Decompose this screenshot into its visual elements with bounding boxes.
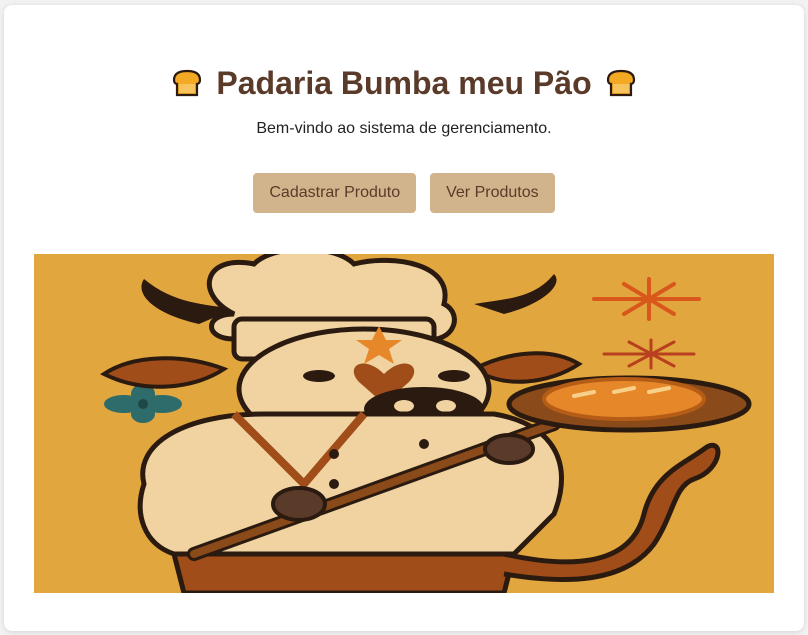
view-products-button[interactable]: Ver Produtos [430,173,555,213]
register-product-button[interactable]: Cadastrar Produto [253,173,417,213]
title-text: Padaria Bumba meu Pão [216,65,592,101]
page-subtitle: Bem-vindo ao sistema de gerenciamento. [256,120,552,137]
action-bar: Cadastrar Produto Ver Produtos [4,173,804,213]
bread-icon [606,69,635,97]
page-title: Padaria Bumba meu Pão [4,63,804,103]
hero-image [34,254,774,593]
main-card: Padaria Bumba meu Pão Bem-vindo ao siste… [4,5,804,631]
bread-icon [173,69,202,97]
bull-baker-illustration [34,254,774,593]
